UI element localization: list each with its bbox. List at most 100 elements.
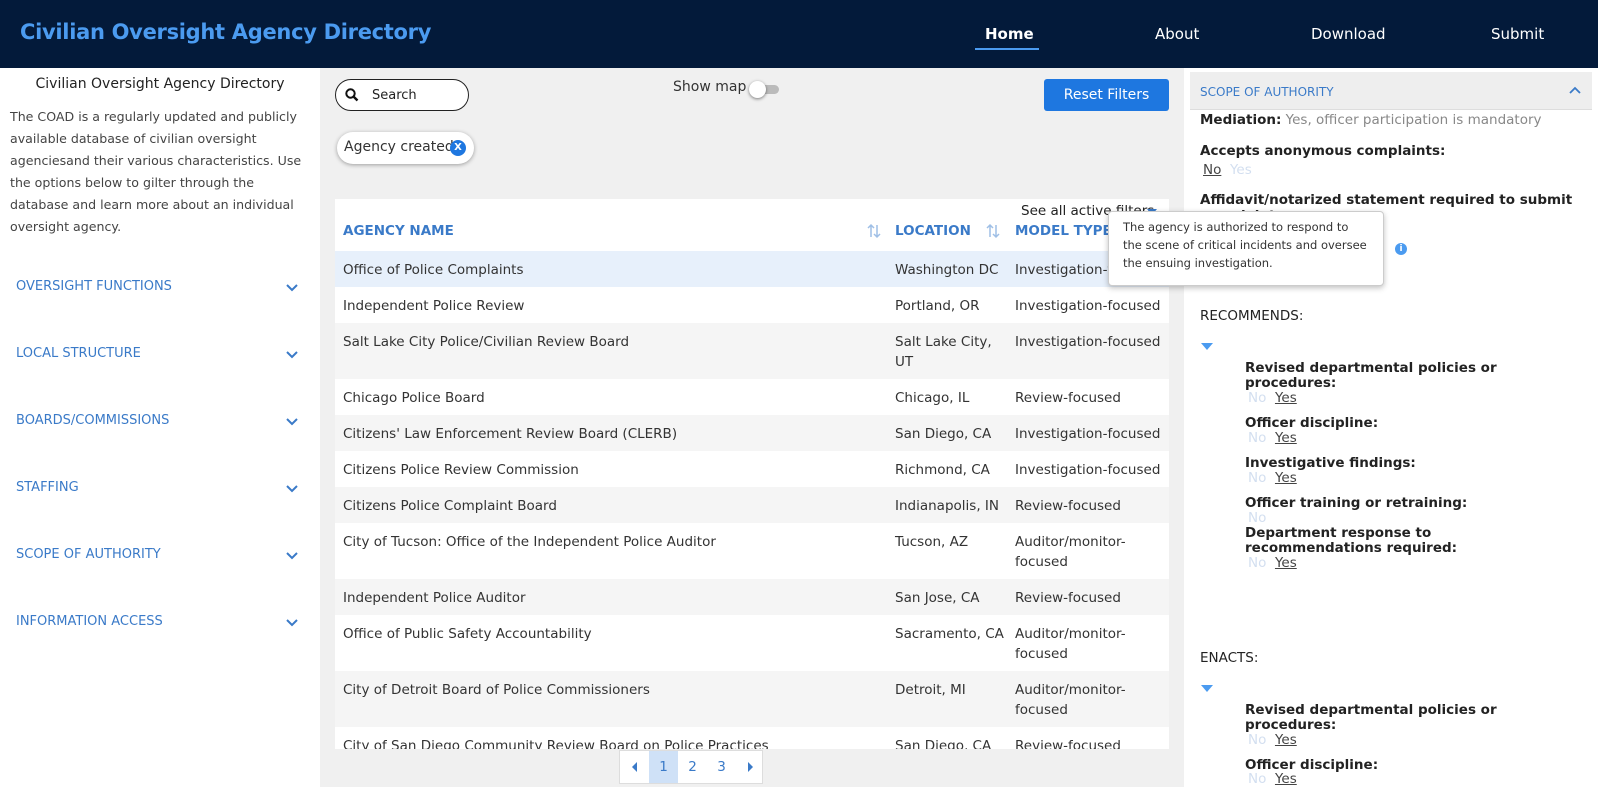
agency-model: Review-focused	[1015, 498, 1121, 514]
recommends-response-options: No Yes	[1248, 555, 1297, 571]
table-row[interactable]: Salt Lake City Police/Civilian Review Bo…	[335, 323, 1169, 379]
filter-section-label: LOCAL STRUCTURE	[16, 346, 141, 361]
table-row[interactable]: City of Detroit Board of Police Commissi…	[335, 671, 1169, 727]
agency-location: Salt Lake City, UT	[895, 334, 992, 370]
caret-down-icon[interactable]	[1201, 685, 1213, 692]
nav-download[interactable]: Download	[1311, 25, 1386, 43]
next-page-button[interactable]	[735, 751, 764, 783]
agency-location: Indianapolis, IN	[895, 498, 999, 514]
table-row[interactable]: Chicago Police Board Chicago, IL Review-…	[335, 379, 1169, 415]
nav-active-indicator	[975, 48, 1039, 50]
agency-model: Review-focused	[1015, 590, 1121, 606]
table-row[interactable]: Citizens' Law Enforcement Review Board (…	[335, 415, 1169, 451]
filter-section-label: STAFFING	[16, 480, 79, 495]
col-header-location[interactable]: LOCATION	[895, 223, 971, 239]
page-2[interactable]: 2	[678, 751, 707, 783]
search-icon	[345, 88, 359, 102]
show-map-toggle[interactable]	[749, 81, 781, 98]
filter-section-label: BOARDS/COMMISSIONS	[16, 413, 170, 428]
agency-location: Chicago, IL	[895, 390, 970, 406]
agency-name: Salt Lake City Police/Civilian Review Bo…	[343, 334, 630, 350]
caret-down-icon[interactable]	[1201, 343, 1213, 350]
mediation-value: Yes, officer participation is mandatory	[1285, 112, 1542, 128]
show-map-label: Show map	[673, 79, 747, 95]
agency-location: Detroit, MI	[895, 682, 966, 698]
filter-section-label: INFORMATION ACCESS	[16, 614, 163, 629]
info-tooltip: The agency is authorized to respond to t…	[1108, 211, 1384, 286]
col-header-agency-name[interactable]: AGENCY NAME	[343, 223, 454, 239]
sort-icon[interactable]	[867, 223, 881, 239]
recommends-findings-options: No Yes	[1248, 470, 1297, 486]
agency-location: Richmond, CA	[895, 462, 990, 478]
chevron-down-icon	[286, 485, 298, 493]
recommends-discipline-options: No Yes	[1248, 430, 1297, 446]
agency-location: Portland, OR	[895, 298, 980, 314]
search-input[interactable]	[372, 86, 462, 104]
enacts-discipline-options: No Yes	[1248, 771, 1297, 787]
table-row[interactable]: City of San Diego Community Review Board…	[335, 727, 1169, 749]
agency-location: Tucson, AZ	[895, 534, 969, 550]
agency-name: Chicago Police Board	[343, 390, 485, 406]
agency-name: Citizens' Law Enforcement Review Board (…	[343, 426, 678, 442]
table-row[interactable]: City of Tucson: Office of the Independen…	[335, 523, 1169, 579]
filter-section-boards-commissions[interactable]: BOARDS/COMMISSIONS	[16, 413, 301, 435]
table-row[interactable]: Independent Police Auditor San Jose, CA …	[335, 579, 1169, 615]
prev-page-button[interactable]	[620, 751, 649, 783]
scope-of-authority-header[interactable]: SCOPE OF AUTHORITY	[1190, 72, 1592, 110]
reset-filters-button[interactable]: Reset Filters	[1044, 79, 1169, 111]
anonymous-complaints-label: Accepts anonymous complaints:	[1200, 143, 1446, 159]
nav-about[interactable]: About	[1155, 25, 1199, 43]
mediation-row: Mediation: Yes, officer participation is…	[1200, 112, 1542, 128]
chevron-up-icon[interactable]	[1568, 83, 1582, 97]
filter-section-oversight-functions[interactable]: OVERSIGHT FUNCTIONS	[16, 279, 301, 301]
agency-name: Citizens Police Review Commission	[343, 462, 579, 478]
recommends-findings-label: Investigative findings:	[1245, 455, 1416, 471]
table-row[interactable]: Independent Police Review Portland, OR I…	[335, 287, 1169, 323]
option-yes: Yes	[1274, 732, 1297, 748]
agency-location: San Jose, CA	[895, 590, 980, 606]
recommends-discipline-label: Officer discipline:	[1245, 415, 1379, 431]
table-row[interactable]: Office of Police Complaints Washington D…	[335, 251, 1169, 287]
remove-filter-icon[interactable]: X	[450, 140, 466, 156]
table-row[interactable]: Citizens Police Complaint Board Indianap…	[335, 487, 1169, 523]
col-header-model-type[interactable]: MODEL TYPE	[1015, 223, 1112, 239]
filter-section-staffing[interactable]: STAFFING	[16, 480, 301, 502]
nav-home[interactable]: Home	[985, 25, 1034, 43]
page-1[interactable]: 1	[649, 751, 678, 783]
table-row[interactable]: Citizens Police Review Commission Richmo…	[335, 451, 1169, 487]
table-row[interactable]: Office of Public Safety Accountability S…	[335, 615, 1169, 671]
chevron-down-icon	[286, 351, 298, 359]
option-yes: Yes	[1274, 470, 1297, 486]
info-icon[interactable]: i	[1395, 243, 1407, 255]
sort-icon[interactable]	[986, 223, 1000, 239]
nav-submit[interactable]: Submit	[1491, 25, 1544, 43]
filter-section-information-access[interactable]: INFORMATION ACCESS	[16, 614, 301, 636]
recommends-policies-label: Revised departmental policies or procedu…	[1245, 360, 1497, 391]
filter-section-label: OVERSIGHT FUNCTIONS	[16, 279, 172, 294]
filter-section-local-structure[interactable]: LOCAL STRUCTURE	[16, 346, 301, 368]
agency-location: San Diego, CA	[895, 738, 992, 749]
agency-model: Investigation-focused	[1015, 334, 1161, 350]
section-title: SCOPE OF AUTHORITY	[1200, 85, 1334, 99]
agency-location: Sacramento, CA	[895, 626, 1004, 642]
option-no: No	[1248, 510, 1267, 526]
chevron-down-icon	[286, 552, 298, 560]
brand-title[interactable]: Civilian Oversight Agency Directory	[20, 20, 431, 44]
chevron-down-icon	[286, 284, 298, 292]
mediation-label: Mediation:	[1200, 112, 1282, 128]
page-3[interactable]: 3	[707, 751, 736, 783]
search-box[interactable]	[335, 79, 469, 111]
option-no: No	[1248, 430, 1267, 446]
option-no: No	[1248, 555, 1267, 571]
agency-model: Investigation-focused	[1015, 462, 1161, 478]
agency-name: Office of Police Complaints	[343, 262, 524, 278]
top-navbar: Civilian Oversight Agency Directory Home…	[0, 0, 1598, 68]
option-yes: Yes	[1274, 390, 1297, 406]
filter-section-scope-of-authority[interactable]: SCOPE OF AUTHORITY	[16, 547, 301, 569]
option-yes: Yes	[1274, 430, 1297, 446]
agency-table: See all active filters AGENCY NAME LOCAT…	[335, 199, 1169, 749]
enacts-policies-label: Revised departmental policies or procedu…	[1245, 702, 1497, 733]
agency-name: Independent Police Auditor	[343, 590, 526, 606]
agency-name: City of Tucson: Office of the Independen…	[343, 534, 716, 550]
agency-name: City of Detroit Board of Police Commissi…	[343, 682, 650, 698]
